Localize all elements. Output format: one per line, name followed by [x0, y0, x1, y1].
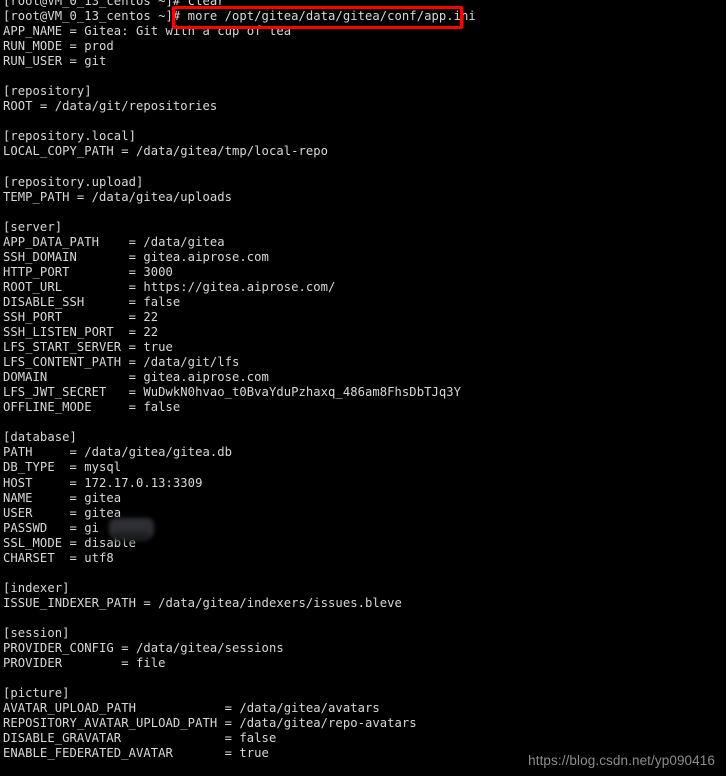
terminal-line: SSL_MODE = disable — [3, 535, 136, 550]
terminal-line: LOCAL_COPY_PATH = /data/gitea/tmp/local-… — [3, 144, 329, 159]
terminal-line: [session] — [3, 625, 70, 640]
terminal-line: LFS_START_SERVER = true — [3, 340, 173, 355]
terminal-line: RUN_MODE = prod — [3, 39, 114, 54]
terminal-line: ROOT = /data/git/repositories — [3, 99, 218, 114]
terminal-line: [repository.upload] — [3, 174, 144, 189]
terminal-text-buffer: [root@VM_0_13_centos ~]# clear [root@VM_0… — [3, 0, 723, 761]
terminal-line: USER = gitea — [3, 505, 122, 520]
terminal-line: [picture] — [3, 686, 70, 701]
terminal-line: HTTP_PORT = 3000 — [3, 264, 173, 279]
terminal-line: DOMAIN = gitea.aiprose.com — [3, 370, 269, 385]
terminal-line: [server] — [3, 219, 63, 234]
terminal-line: RUN_USER = git — [3, 54, 107, 69]
terminal-line: REPOSITORY_AVATAR_UPLOAD_PATH = /data/gi… — [3, 716, 417, 731]
terminal-line: APP_DATA_PATH = /data/gitea — [3, 234, 225, 249]
terminal-line: ROOT_URL = https://gitea.aiprose.com/ — [3, 279, 336, 294]
terminal-line: [root@VM_0_13_centos ~]# more /opt/gitea… — [3, 9, 476, 24]
terminal-line: SSH_DOMAIN = gitea.aiprose.com — [3, 249, 269, 264]
terminal-line: [repository] — [3, 84, 92, 99]
terminal-window[interactable]: [root@VM_0_13_centos ~]# clear [root@VM_0… — [0, 0, 726, 776]
terminal-line: LFS_JWT_SECRET = WuDwkN0hvao_t0BvaYduPzh… — [3, 385, 462, 400]
terminal-line: SSH_PORT = 22 — [3, 309, 159, 324]
terminal-line: [repository.local] — [3, 129, 136, 144]
terminal-line: OFFLINE_MODE = false — [3, 400, 181, 415]
terminal-line: AVATAR_UPLOAD_PATH = /data/gitea/avatars — [3, 701, 380, 716]
terminal-line: [indexer] — [3, 580, 70, 595]
terminal-line: DISABLE_SSH = false — [3, 294, 181, 309]
blog-watermark: https://blog.csdn.net/yp090416 — [528, 753, 715, 768]
terminal-line: [database] — [3, 430, 77, 445]
terminal-line: APP_NAME = Gitea: Git with a cup of tea — [3, 24, 292, 39]
terminal-line: CHARSET = utf8 — [3, 550, 114, 565]
terminal-line: PROVIDER_CONFIG = /data/gitea/sessions — [3, 641, 284, 656]
terminal-line: DISABLE_GRAVATAR = false — [3, 731, 277, 746]
terminal-line: ISSUE_INDEXER_PATH = /data/gitea/indexer… — [3, 595, 402, 610]
terminal-line: [root@VM_0_13_centos ~]# clear — [3, 0, 225, 8]
terminal-line: PROVIDER = file — [3, 656, 166, 671]
terminal-line: PASSWD = gi — [3, 520, 100, 535]
terminal-line: DB_TYPE = mysql — [3, 460, 122, 475]
terminal-line: NAME = gitea — [3, 490, 122, 505]
terminal-line: LFS_CONTENT_PATH = /data/git/lfs — [3, 355, 240, 370]
terminal-line: TEMP_PATH = /data/gitea/uploads — [3, 189, 233, 204]
terminal-line: HOST = 172.17.0.13:3309 — [3, 475, 203, 490]
terminal-line: SSH_LISTEN_PORT = 22 — [3, 325, 159, 340]
terminal-line: PATH = /data/gitea/gitea.db — [3, 445, 233, 460]
